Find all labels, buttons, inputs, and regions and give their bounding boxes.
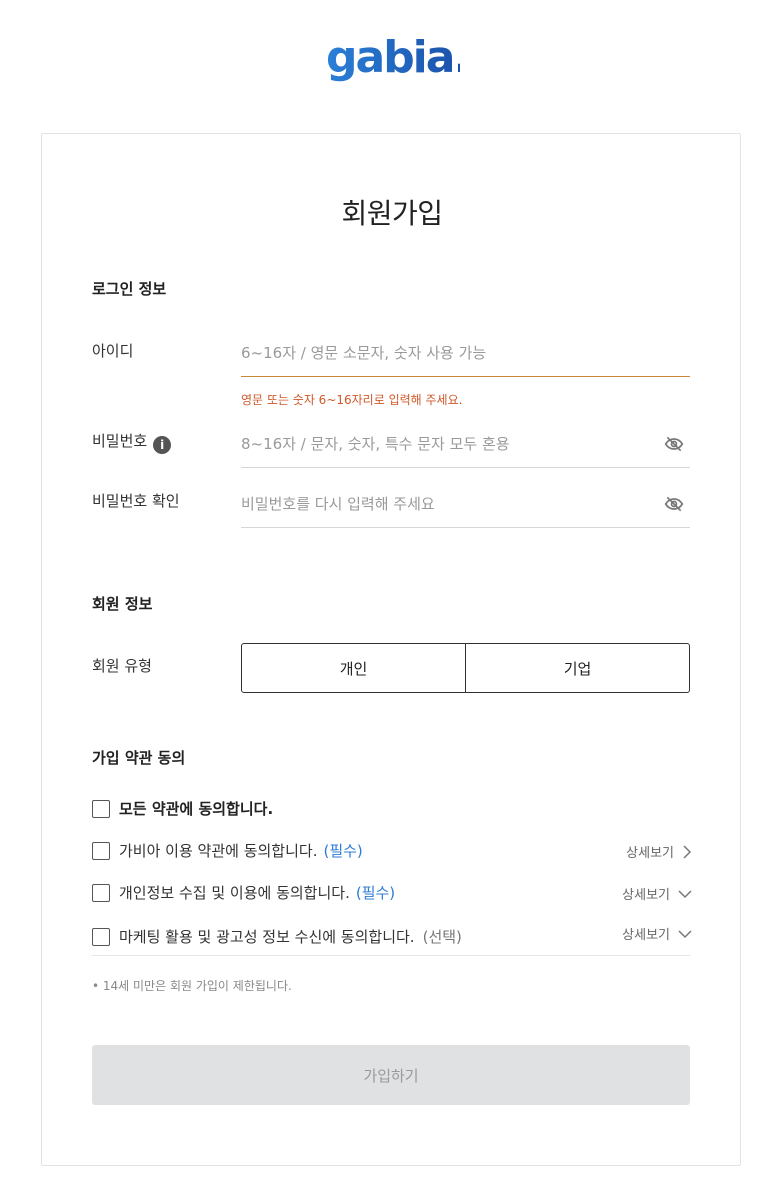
age-restriction-note: • 14세 미만은 회원 가입이 제한됩니다. (92, 979, 292, 993)
password-confirm-field (241, 480, 690, 528)
member-info-section-title: 회원 정보 (92, 595, 153, 613)
required-tag: (필수) (355, 884, 396, 902)
terms-row-privacy[interactable]: 개인정보 수집 및 이용에 동의합니다. (필수) (92, 882, 395, 903)
member-type-toggle: 개인 기업 (241, 643, 690, 693)
terms-service-checkbox[interactable] (92, 841, 110, 860)
terms-marketing-label: 마케팅 활용 및 광고성 정보 수신에 동의합니다. (119, 928, 415, 946)
terms-privacy-detail-link[interactable]: 상세보기 (622, 884, 692, 903)
terms-service-label: 가비아 이용 약관에 동의합니다. (119, 842, 318, 860)
info-icon[interactable]: i (153, 436, 172, 454)
password-label-text: 비밀번호 (92, 432, 148, 450)
detail-link-label: 상세보기 (622, 928, 670, 943)
terms-row-marketing[interactable]: 마케팅 활용 및 광고성 정보 수신에 동의합니다. (선택) (92, 926, 462, 947)
id-field (241, 329, 690, 377)
terms-row-service[interactable]: 가비아 이용 약관에 동의합니다. (필수) (92, 840, 363, 861)
chevron-down-icon (678, 929, 692, 938)
login-info-section-title: 로그인 정보 (92, 280, 167, 298)
terms-marketing-checkbox[interactable] (92, 927, 110, 946)
password-input[interactable] (241, 420, 641, 467)
terms-privacy-label: 개인정보 수집 및 이용에 동의합니다. (119, 884, 350, 902)
password-confirm-input[interactable] (241, 480, 641, 527)
id-label: 아이디 (92, 342, 134, 360)
agree-all-checkbox[interactable] (92, 799, 110, 818)
logo-text: gabia. (326, 32, 460, 83)
password-label: 비밀번호 i (92, 430, 172, 454)
signup-submit-button[interactable]: 가입하기 (92, 1045, 690, 1105)
password-field (241, 420, 690, 468)
member-type-personal-button[interactable]: 개인 (242, 644, 466, 692)
password-confirm-label: 비밀번호 확인 (92, 492, 180, 510)
eye-slash-icon[interactable] (664, 434, 684, 454)
member-type-label: 회원 유형 (92, 657, 152, 675)
detail-link-label: 상세보기 (626, 846, 674, 861)
terms-service-detail-link[interactable]: 상세보기 (626, 842, 692, 861)
page-title: 회원가입 (341, 197, 443, 230)
chevron-right-icon (683, 844, 692, 859)
agree-all-label: 모든 약관에 동의합니다. (119, 800, 274, 818)
terms-marketing-detail-link[interactable]: 상세보기 (622, 924, 692, 943)
gabia-logo[interactable]: gabia. (326, 30, 470, 86)
member-type-business-button[interactable]: 기업 (466, 644, 689, 692)
terms-privacy-checkbox[interactable] (92, 883, 110, 902)
eye-slash-icon[interactable] (664, 494, 684, 514)
detail-link-label: 상세보기 (622, 888, 670, 903)
required-tag: (필수) (323, 842, 363, 860)
chevron-down-icon (678, 889, 692, 898)
optional-tag: (선택) (422, 928, 462, 946)
id-error-message: 영문 또는 숫자 6~16자리로 입력해 주세요. (241, 393, 463, 407)
terms-divider (92, 955, 690, 956)
terms-section-title: 가입 약관 동의 (92, 749, 186, 767)
agree-all-row[interactable]: 모든 약관에 동의합니다. (92, 798, 273, 819)
id-input[interactable] (241, 329, 641, 376)
